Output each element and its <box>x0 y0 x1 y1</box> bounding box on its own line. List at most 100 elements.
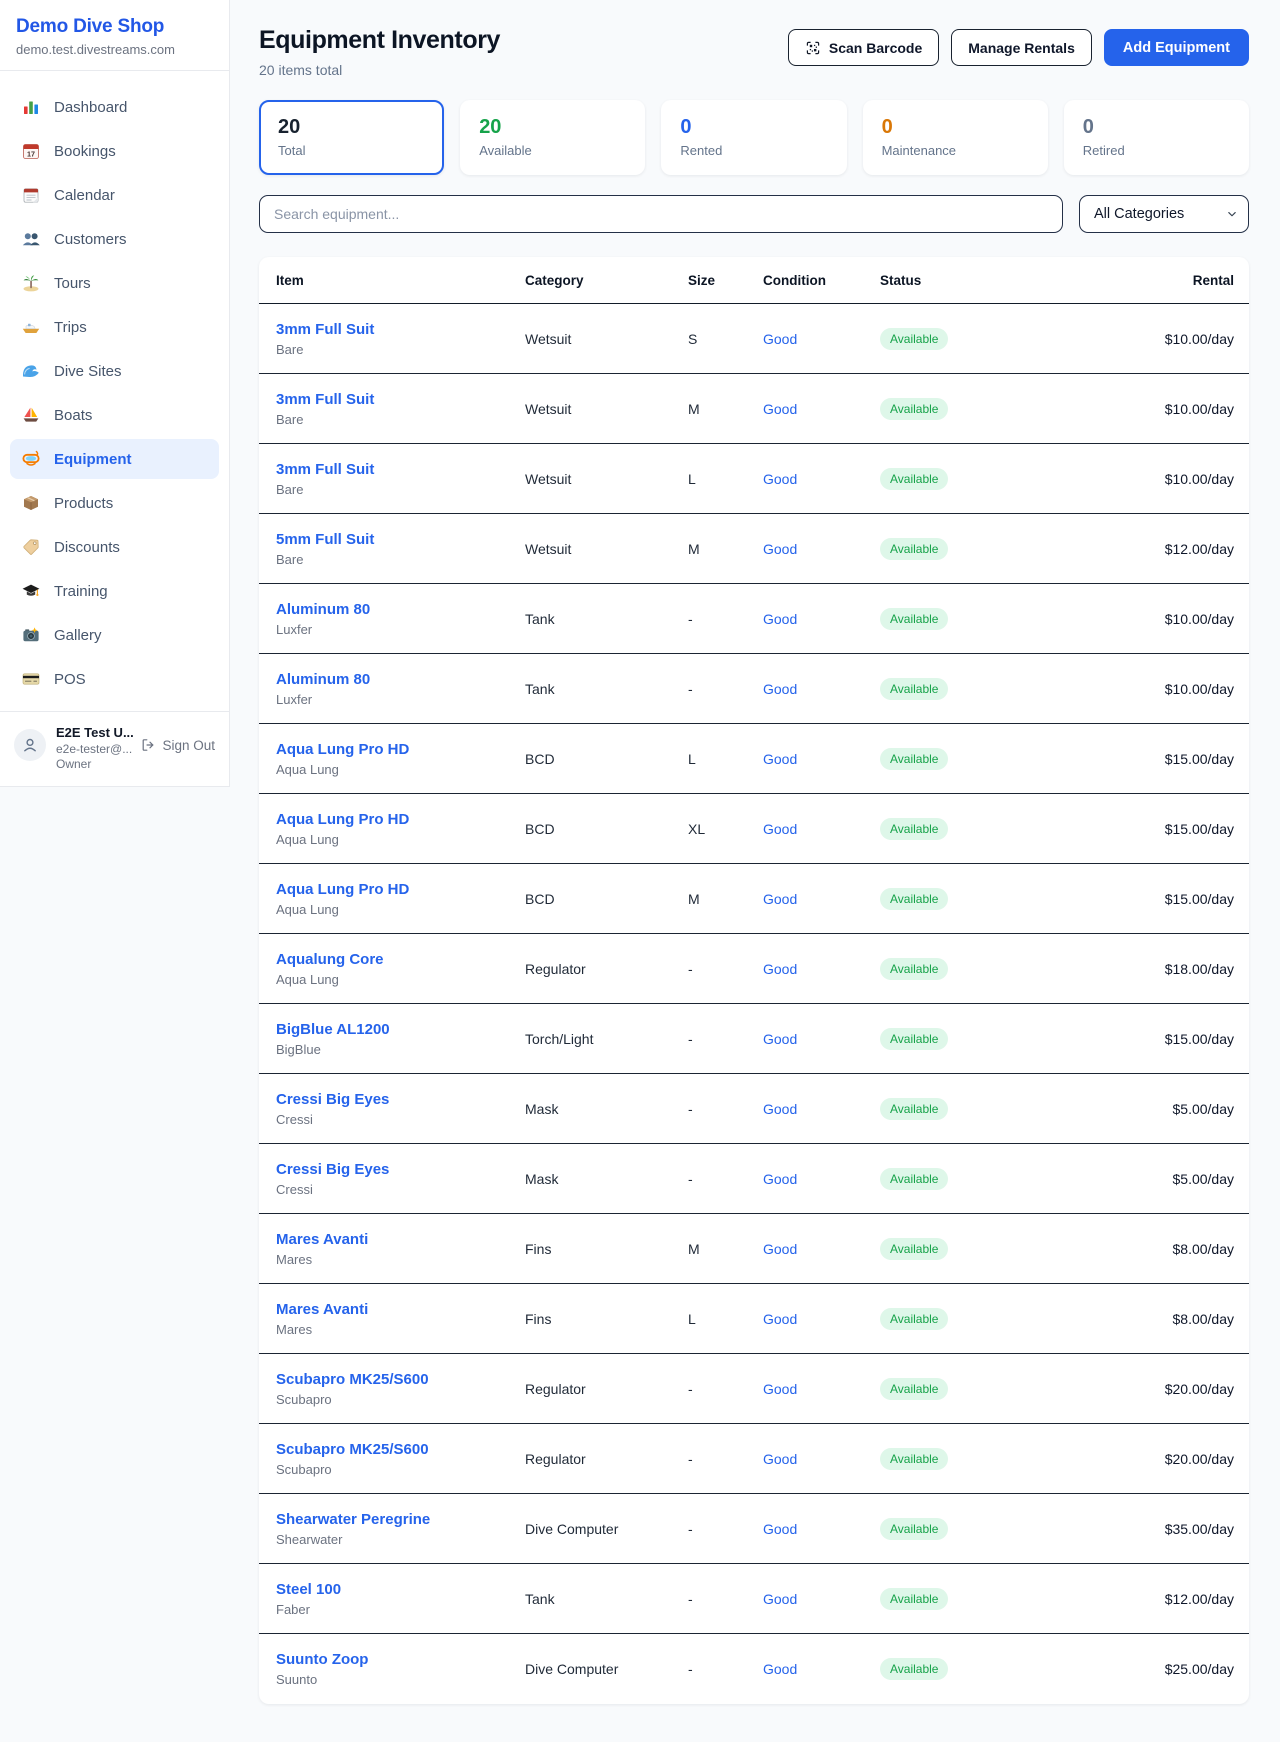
status-badge: Available <box>880 1588 948 1610</box>
sidebar-item-boats[interactable]: Boats <box>10 395 219 435</box>
status-cell: Available <box>880 1658 1165 1680</box>
category-select-wrap: All Categories <box>1079 195 1249 233</box>
stat-card-retired[interactable]: 0 Retired <box>1064 100 1249 175</box>
item-brand: Mares <box>276 1322 525 1337</box>
stat-card-available[interactable]: 20 Available <box>460 100 645 175</box>
table-row-steel-100: Steel 100 Faber Tank - Good Available $1… <box>259 1564 1249 1634</box>
item-name-link[interactable]: Scubapro MK25/S600 <box>276 1441 525 1458</box>
item-name-link[interactable]: Aqualung Core <box>276 951 525 968</box>
status-cell: Available <box>880 818 1165 840</box>
size-cell: - <box>688 1101 763 1117</box>
item-cell: 3mm Full Suit Bare <box>276 391 525 427</box>
table-row-mares-avanti: Mares Avanti Mares Fins M Good Available… <box>259 1214 1249 1284</box>
item-name-link[interactable]: 5mm Full Suit <box>276 531 525 548</box>
manage-rentals-button[interactable]: Manage Rentals <box>951 29 1092 66</box>
category-cell: Regulator <box>525 1381 688 1397</box>
condition-link[interactable]: Good <box>763 401 880 417</box>
sidebar-item-discounts[interactable]: Discounts <box>10 527 219 567</box>
condition-link[interactable]: Good <box>763 961 880 977</box>
sidebar-item-dive-sites[interactable]: Dive Sites <box>10 351 219 391</box>
item-name-link[interactable]: Aqua Lung Pro HD <box>276 741 525 758</box>
condition-link[interactable]: Good <box>763 1311 880 1327</box>
sidebar-item-gallery[interactable]: Gallery <box>10 615 219 655</box>
item-name-link[interactable]: Mares Avanti <box>276 1231 525 1248</box>
stat-card-rented[interactable]: 0 Rented <box>661 100 846 175</box>
item-name-link[interactable]: Aqua Lung Pro HD <box>276 881 525 898</box>
condition-link[interactable]: Good <box>763 681 880 697</box>
condition-link[interactable]: Good <box>763 751 880 767</box>
item-name-link[interactable]: 3mm Full Suit <box>276 391 525 408</box>
condition-link[interactable]: Good <box>763 471 880 487</box>
sign-out-button[interactable]: Sign Out <box>140 737 215 753</box>
category-filter-select[interactable]: All Categories <box>1079 195 1249 233</box>
rental-cell: $5.00/day <box>1173 1101 1235 1117</box>
scan-barcode-button[interactable]: Scan Barcode <box>788 29 939 66</box>
condition-link[interactable]: Good <box>763 331 880 347</box>
condition-link[interactable]: Good <box>763 1381 880 1397</box>
add-equipment-button[interactable]: Add Equipment <box>1104 29 1249 66</box>
condition-link[interactable]: Good <box>763 1521 880 1537</box>
search-input[interactable] <box>259 195 1063 233</box>
category-cell: BCD <box>525 821 688 837</box>
rental-cell: $20.00/day <box>1165 1381 1234 1397</box>
sidebar-item-calendar[interactable]: Calendar <box>10 175 219 215</box>
size-cell: S <box>688 331 763 347</box>
sidebar-item-bookings[interactable]: Bookings <box>10 131 219 171</box>
condition-link[interactable]: Good <box>763 1101 880 1117</box>
item-name-link[interactable]: 3mm Full Suit <box>276 321 525 338</box>
condition-link[interactable]: Good <box>763 891 880 907</box>
condition-link[interactable]: Good <box>763 1661 880 1677</box>
condition-link[interactable]: Good <box>763 821 880 837</box>
stat-label: Total <box>278 143 425 158</box>
sidebar-item-equipment[interactable]: Equipment <box>10 439 219 479</box>
bookings-icon <box>21 141 41 161</box>
status-badge: Available <box>880 538 948 560</box>
condition-link[interactable]: Good <box>763 1171 880 1187</box>
category-cell: Mask <box>525 1171 688 1187</box>
item-name-link[interactable]: Cressi Big Eyes <box>276 1091 525 1108</box>
rental-cell: $15.00/day <box>1165 751 1234 767</box>
item-name-link[interactable]: Aluminum 80 <box>276 671 525 688</box>
sidebar-item-label: Training <box>54 583 108 600</box>
condition-link[interactable]: Good <box>763 611 880 627</box>
item-name-link[interactable]: Aluminum 80 <box>276 601 525 618</box>
sidebar-item-dashboard[interactable]: Dashboard <box>10 87 219 127</box>
item-brand: Scubapro <box>276 1392 525 1407</box>
sidebar-item-products[interactable]: Products <box>10 483 219 523</box>
condition-link[interactable]: Good <box>763 1241 880 1257</box>
sidebar-item-training[interactable]: Training <box>10 571 219 611</box>
condition-link[interactable]: Good <box>763 1451 880 1467</box>
item-name-link[interactable]: Steel 100 <box>276 1581 525 1598</box>
sidebar-item-pos[interactable]: POS <box>10 659 219 699</box>
dive-sites-icon <box>21 361 41 381</box>
size-cell: - <box>688 1591 763 1607</box>
sidebar-item-customers[interactable]: Customers <box>10 219 219 259</box>
stat-card-total[interactable]: 20 Total <box>259 100 444 175</box>
condition-link[interactable]: Good <box>763 1031 880 1047</box>
rental-cell: $15.00/day <box>1165 821 1234 837</box>
stat-card-maintenance[interactable]: 0 Maintenance <box>863 100 1048 175</box>
sidebar-item-label: Dashboard <box>54 99 127 116</box>
sidebar-item-trips[interactable]: Trips <box>10 307 219 347</box>
brand: Demo Dive Shop demo.test.divestreams.com <box>0 0 229 70</box>
item-name-link[interactable]: Mares Avanti <box>276 1301 525 1318</box>
sidebar-item-tours[interactable]: Tours <box>10 263 219 303</box>
item-name-link[interactable]: Suunto Zoop <box>276 1651 525 1668</box>
status-badge: Available <box>880 1308 948 1330</box>
column-header-rental: Rental <box>1193 273 1234 288</box>
item-name-link[interactable]: Cressi Big Eyes <box>276 1161 525 1178</box>
condition-link[interactable]: Good <box>763 1591 880 1607</box>
sidebar-item-label: Dive Sites <box>54 363 122 380</box>
size-cell: - <box>688 681 763 697</box>
item-name-link[interactable]: Aqua Lung Pro HD <box>276 811 525 828</box>
item-name-link[interactable]: Shearwater Peregrine <box>276 1511 525 1528</box>
rental-cell: $18.00/day <box>1165 961 1234 977</box>
calendar-icon <box>21 185 41 205</box>
item-name-link[interactable]: Scubapro MK25/S600 <box>276 1371 525 1388</box>
condition-link[interactable]: Good <box>763 541 880 557</box>
stat-cards: 20 Total 20 Available 0 Rented 0 Mainten… <box>259 100 1249 175</box>
table-row-aqua-lung-pro-hd: Aqua Lung Pro HD Aqua Lung BCD L Good Av… <box>259 724 1249 794</box>
item-name-link[interactable]: BigBlue AL1200 <box>276 1021 525 1038</box>
status-cell: Available <box>880 468 1165 490</box>
item-name-link[interactable]: 3mm Full Suit <box>276 461 525 478</box>
